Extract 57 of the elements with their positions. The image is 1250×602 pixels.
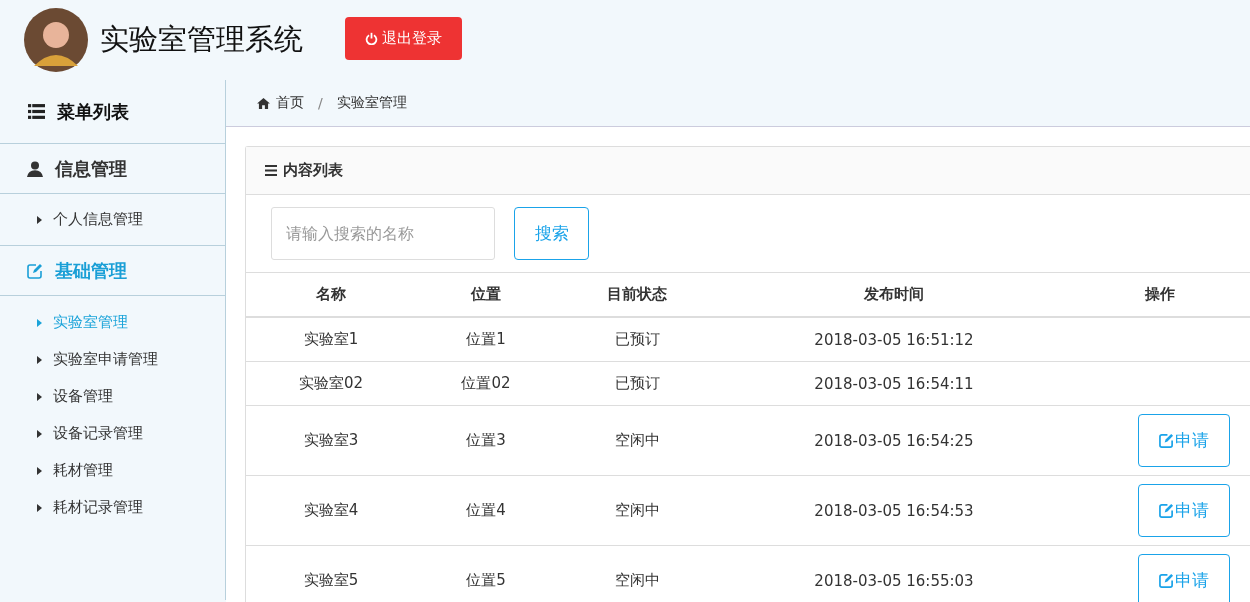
caret-icon: [37, 429, 42, 438]
menu-item[interactable]: 设备管理: [0, 378, 225, 415]
table-cell: 位置3: [416, 405, 556, 476]
table-cell: 2018-03-05 16:51:12: [718, 317, 1070, 362]
table-cell: 2018-03-05 16:54:11: [718, 361, 1070, 406]
menu-group[interactable]: 信息管理: [0, 144, 225, 194]
table-cell: 空闲中: [556, 545, 718, 602]
panel-title: 内容列表: [283, 161, 343, 180]
column-header: 位置: [416, 273, 556, 317]
edit-icon: [1159, 503, 1174, 518]
caret-icon: [37, 392, 42, 401]
user-icon: [27, 160, 43, 177]
menu-item[interactable]: 实验室申请管理: [0, 341, 225, 378]
menu-item[interactable]: 耗材记录管理: [0, 489, 225, 526]
table-cell: 2018-03-05 16:55:03: [718, 545, 1070, 602]
table-cell: 实验室02: [246, 361, 416, 406]
table-cell: 位置5: [416, 545, 556, 602]
caret-icon: [37, 466, 42, 475]
table-cell: 空闲中: [556, 405, 718, 476]
table-cell: 2018-03-05 16:54:25: [718, 405, 1070, 476]
edit-icon: [27, 262, 43, 279]
caret-icon: [37, 318, 42, 327]
menu-icon: [265, 165, 277, 176]
table-cell: 位置1: [416, 317, 556, 362]
edit-icon: [1159, 433, 1174, 448]
column-header: 目前状态: [556, 273, 718, 317]
table-cell: 已预订: [556, 317, 718, 362]
menu-item[interactable]: 耗材管理: [0, 452, 225, 489]
table-cell: 已预订: [556, 361, 718, 406]
table-cell: 位置4: [416, 475, 556, 546]
table-cell: 空闲中: [556, 475, 718, 546]
home-icon: [257, 97, 270, 109]
avatar-icon: [24, 8, 88, 72]
edit-icon: [1159, 573, 1174, 588]
table-cell: 位置02: [416, 361, 556, 406]
menu-title: 菜单列表: [57, 99, 129, 124]
caret-icon: [37, 215, 42, 224]
table-cell: 2018-03-05 16:54:53: [718, 475, 1070, 546]
breadcrumb-link[interactable]: 实验室管理: [336, 94, 407, 112]
power-icon: [365, 31, 378, 45]
table-cell: 实验室4: [246, 475, 416, 546]
column-header: 操作: [1070, 273, 1250, 317]
search-field[interactable]: 请输入搜索的名称: [271, 207, 495, 260]
menu-item[interactable]: 个人信息管理: [0, 201, 225, 238]
caret-icon: [37, 355, 42, 364]
breadcrumb-link[interactable]: 首页: [257, 94, 304, 112]
column-header: 名称: [246, 273, 416, 317]
list-icon: [28, 104, 45, 119]
caret-icon: [37, 503, 42, 512]
logout-button[interactable]: 退出登录: [345, 16, 462, 60]
app-title: 实验室管理系统: [100, 21, 303, 58]
menu-item[interactable]: 设备记录管理: [0, 415, 225, 452]
column-header: 发布时间: [718, 273, 1070, 317]
table-cell: 实验室1: [246, 317, 416, 362]
table-cell: 实验室3: [246, 405, 416, 476]
table-cell: 实验室5: [246, 545, 416, 602]
breadcrumb-separator: /: [318, 95, 323, 111]
